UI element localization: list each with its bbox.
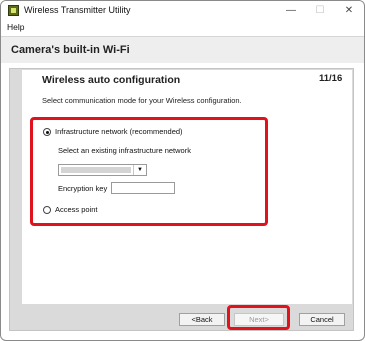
page-title: Camera's built-in Wi-Fi xyxy=(11,44,130,56)
page-counter: 11/16 xyxy=(319,73,343,84)
access-point-radio[interactable] xyxy=(43,206,51,214)
infrastructure-radio-label[interactable]: Infrastructure network (recommended) xyxy=(55,127,183,136)
network-select[interactable]: ▼ xyxy=(58,164,147,176)
close-button[interactable]: ✕ xyxy=(335,3,363,19)
infrastructure-radio[interactable] xyxy=(43,128,51,136)
app-icon xyxy=(8,5,19,16)
title-bar: Wireless Transmitter Utility — ☐ ✕ xyxy=(1,1,364,21)
section-subtitle: Select communication mode for your Wirel… xyxy=(42,96,242,105)
encryption-key-input[interactable] xyxy=(111,182,175,194)
cancel-button[interactable]: Cancel xyxy=(299,313,345,326)
section-title: Wireless auto configuration xyxy=(42,74,181,86)
window-title: Wireless Transmitter Utility xyxy=(24,5,131,15)
page-header: Camera's built-in Wi-Fi xyxy=(1,36,364,63)
encryption-key-label: Encryption key xyxy=(58,184,108,193)
chevron-down-icon[interactable]: ▼ xyxy=(133,165,146,175)
network-select-label: Select an existing infrastructure networ… xyxy=(58,146,191,155)
back-button[interactable]: <Back xyxy=(179,313,225,326)
network-select-value xyxy=(61,167,131,173)
minimize-button[interactable]: — xyxy=(277,3,305,19)
maximize-button[interactable]: ☐ xyxy=(306,3,334,19)
menu-item-help[interactable]: Help xyxy=(7,22,24,32)
menu-bar: Help xyxy=(1,21,364,35)
next-button[interactable]: Next> xyxy=(234,313,284,326)
access-point-radio-label[interactable]: Access point xyxy=(55,205,98,214)
